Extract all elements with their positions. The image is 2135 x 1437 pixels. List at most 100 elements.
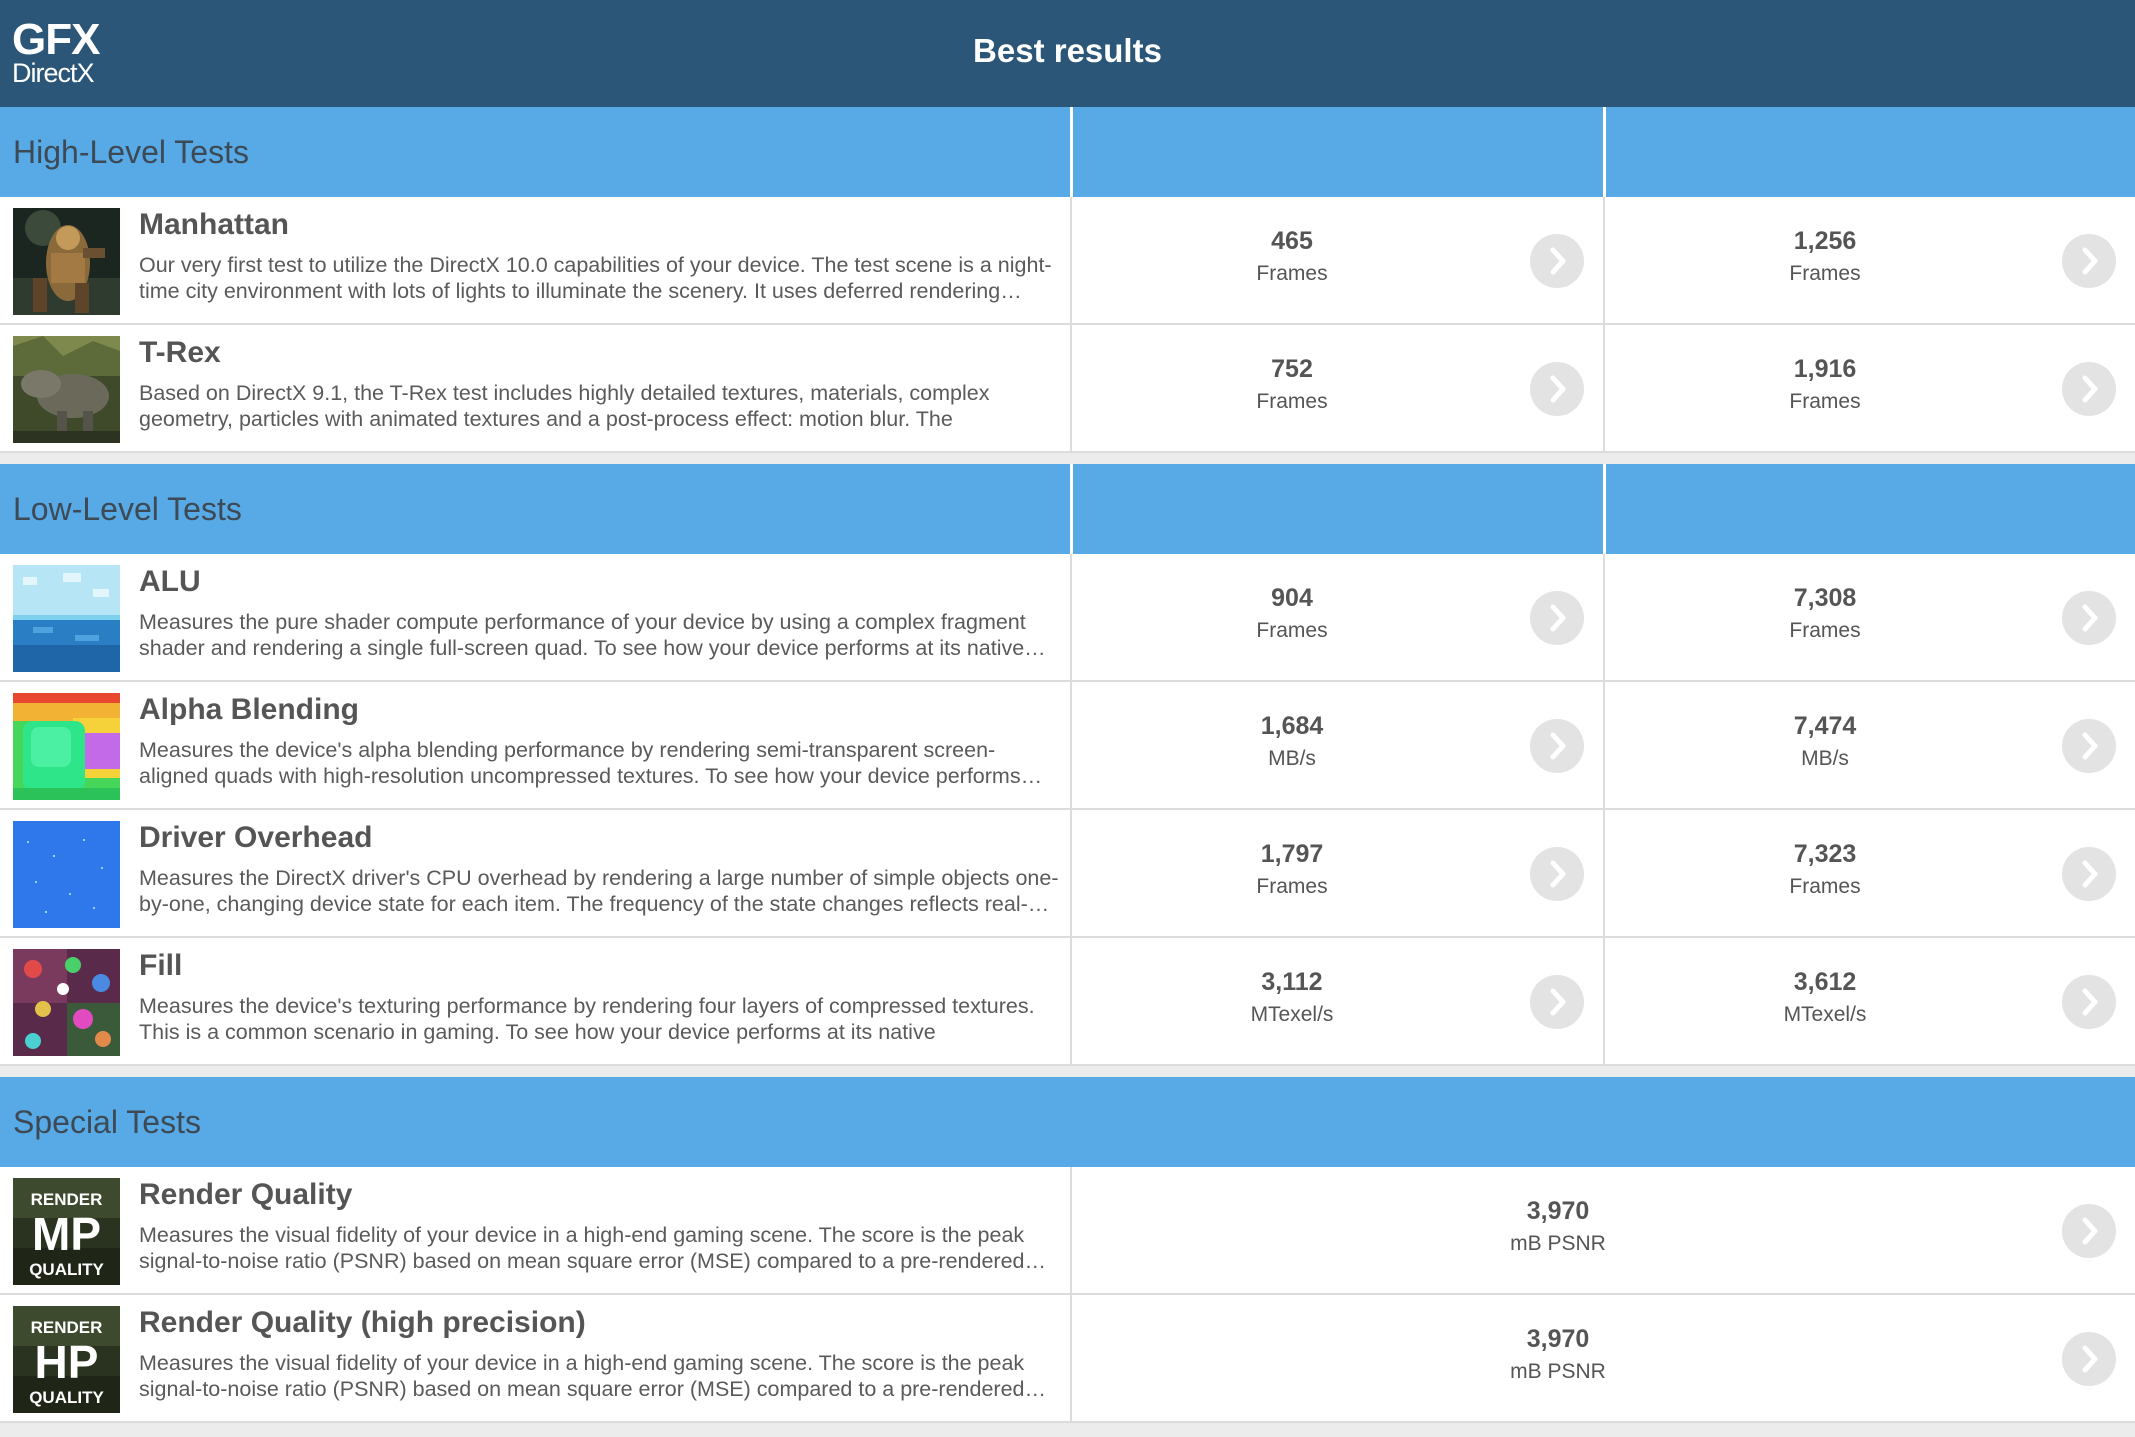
score-value: 1,797 xyxy=(1260,840,1324,868)
score-value: 465 xyxy=(1271,227,1313,255)
score-unit: MB/s xyxy=(1268,747,1316,770)
chevron-right-icon[interactable] xyxy=(2062,719,2116,773)
chevron-right-icon[interactable] xyxy=(2062,975,2116,1029)
cell-divider xyxy=(1603,810,1605,938)
fill-thumbnail-icon xyxy=(13,949,120,1056)
section-header-low-level: Low-Level Tests xyxy=(0,464,2135,554)
test-name: T-Rex xyxy=(139,336,221,369)
trex-thumbnail-icon xyxy=(13,336,120,443)
test-name: Render Quality xyxy=(139,1178,353,1211)
page-title: Best results xyxy=(973,32,1162,69)
cell-divider xyxy=(1070,325,1072,453)
top-bar: GFX DirectX Best results xyxy=(0,0,2135,107)
test-name: Fill xyxy=(139,949,183,982)
score-unit: Frames xyxy=(1789,390,1861,413)
score-value: 3,970 xyxy=(1526,1325,1590,1353)
score-value: 3,612 xyxy=(1793,968,1857,996)
cell-divider xyxy=(1603,325,1605,453)
score-offscreen: 1,916 Frames xyxy=(1675,355,1975,414)
score-value-cell: 3,970 mB PSNR xyxy=(1408,1325,1708,1384)
score-onscreen: 904 Frames xyxy=(1142,584,1442,643)
cell-divider xyxy=(1070,682,1072,810)
chevron-right-icon[interactable] xyxy=(2062,1204,2116,1258)
score-unit: Frames xyxy=(1256,390,1328,413)
score-onscreen: 1,684 MB/s xyxy=(1142,712,1442,771)
badge-bottom-text: QUALITY xyxy=(29,1260,104,1279)
test-row-render-quality-hp[interactable]: RENDER HP QUALITY Render Quality (high p… xyxy=(0,1295,2135,1423)
chevron-right-icon[interactable] xyxy=(2062,591,2116,645)
chevron-right-icon[interactable] xyxy=(2062,1332,2116,1386)
section-label: Low-Level Tests xyxy=(13,491,242,527)
score-unit: Frames xyxy=(1256,262,1328,285)
column-divider xyxy=(1603,107,1606,197)
test-description: Our very first test to utilize the Direc… xyxy=(139,253,1052,303)
chevron-right-icon[interactable] xyxy=(1530,975,1584,1029)
test-description: Measures the visual fidelity of your dev… xyxy=(139,1351,1046,1401)
badge-top-text: RENDER xyxy=(31,1190,103,1209)
score-offscreen: 7,308 Frames xyxy=(1675,584,1975,643)
chevron-right-icon[interactable] xyxy=(1530,362,1584,416)
test-name: Manhattan xyxy=(139,208,289,241)
score-offscreen: 7,474 MB/s xyxy=(1675,712,1975,771)
test-name: Render Quality (high precision) xyxy=(139,1306,586,1339)
test-row-manhattan[interactable]: Manhattan Our very first test to utilize… xyxy=(0,197,2135,325)
test-name: ALU xyxy=(139,565,201,598)
test-row-fill[interactable]: Fill Measures the device's texturing per… xyxy=(0,938,2135,1066)
badge-bottom-text: QUALITY xyxy=(29,1388,104,1407)
test-row-trex[interactable]: T-Rex Based on DirectX 9.1, the T-Rex te… xyxy=(0,325,2135,453)
score-unit: Frames xyxy=(1256,619,1328,642)
badge-mid-text: MP xyxy=(32,1208,101,1260)
score-onscreen: 752 Frames xyxy=(1142,355,1442,414)
section-header-high-level: High-Level Tests xyxy=(0,107,2135,197)
score-value: 904 xyxy=(1271,584,1313,612)
chevron-right-icon[interactable] xyxy=(1530,591,1584,645)
score-value: 3,970 xyxy=(1526,1197,1590,1225)
test-description: Measures the device's texturing performa… xyxy=(139,994,1035,1044)
score-offscreen: 7,323 Frames xyxy=(1675,840,1975,899)
score-unit: Frames xyxy=(1789,619,1861,642)
cell-divider xyxy=(1070,554,1072,682)
score-value: 1,256 xyxy=(1793,227,1857,255)
chevron-right-icon[interactable] xyxy=(1530,719,1584,773)
chevron-right-icon[interactable] xyxy=(2062,362,2116,416)
test-row-alpha-blending[interactable]: Alpha Blending Measures the device's alp… xyxy=(0,682,2135,810)
chevron-right-icon[interactable] xyxy=(2062,847,2116,901)
score-onscreen: 3,112 MTexel/s xyxy=(1142,968,1442,1027)
test-row-driver-overhead[interactable]: Driver Overhead Measures the DirectX dri… xyxy=(0,810,2135,938)
score-offscreen: 3,612 MTexel/s xyxy=(1675,968,1975,1027)
test-row-alu[interactable]: ALU Measures the pure shader compute per… xyxy=(0,554,2135,682)
test-description: Based on DirectX 9.1, the T-Rex test inc… xyxy=(139,381,990,431)
alu-thumbnail-icon xyxy=(13,565,120,672)
cell-divider xyxy=(1070,938,1072,1066)
score-value: 7,323 xyxy=(1793,840,1857,868)
cell-divider xyxy=(1070,1295,1072,1423)
badge-mid-text: HP xyxy=(35,1336,99,1388)
score-offscreen: 1,256 Frames xyxy=(1675,227,1975,286)
test-description: Measures the DirectX driver's CPU overhe… xyxy=(139,866,1059,916)
test-description: Measures the visual fidelity of your dev… xyxy=(139,1223,1046,1273)
score-unit: mB PSNR xyxy=(1510,1360,1606,1383)
cell-divider xyxy=(1603,938,1605,1066)
render-quality-mp-thumbnail-icon: RENDER MP QUALITY xyxy=(13,1178,120,1285)
cell-divider xyxy=(1070,1167,1072,1295)
score-unit: MTexel/s xyxy=(1250,1003,1334,1026)
cell-divider xyxy=(1603,197,1605,325)
score-unit: MB/s xyxy=(1801,747,1849,770)
score-unit: Frames xyxy=(1256,875,1328,898)
score-value: 1,916 xyxy=(1793,355,1857,383)
chevron-right-icon[interactable] xyxy=(2062,234,2116,288)
chevron-right-icon[interactable] xyxy=(1530,847,1584,901)
test-name: Alpha Blending xyxy=(139,693,359,726)
test-description: Measures the device's alpha blending per… xyxy=(139,738,1043,788)
test-description: Measures the pure shader compute perform… xyxy=(139,610,1046,660)
score-value: 7,308 xyxy=(1793,584,1857,612)
column-divider xyxy=(1603,464,1606,554)
score-onscreen: 1,797 Frames xyxy=(1142,840,1442,899)
test-row-render-quality[interactable]: RENDER MP QUALITY Render Quality Measure… xyxy=(0,1167,2135,1295)
cell-divider xyxy=(1603,554,1605,682)
chevron-right-icon[interactable] xyxy=(1530,234,1584,288)
section-label: High-Level Tests xyxy=(13,134,249,170)
score-value: 7,474 xyxy=(1793,712,1857,740)
manhattan-thumbnail-icon xyxy=(13,208,120,315)
score-unit: mB PSNR xyxy=(1510,1232,1606,1255)
